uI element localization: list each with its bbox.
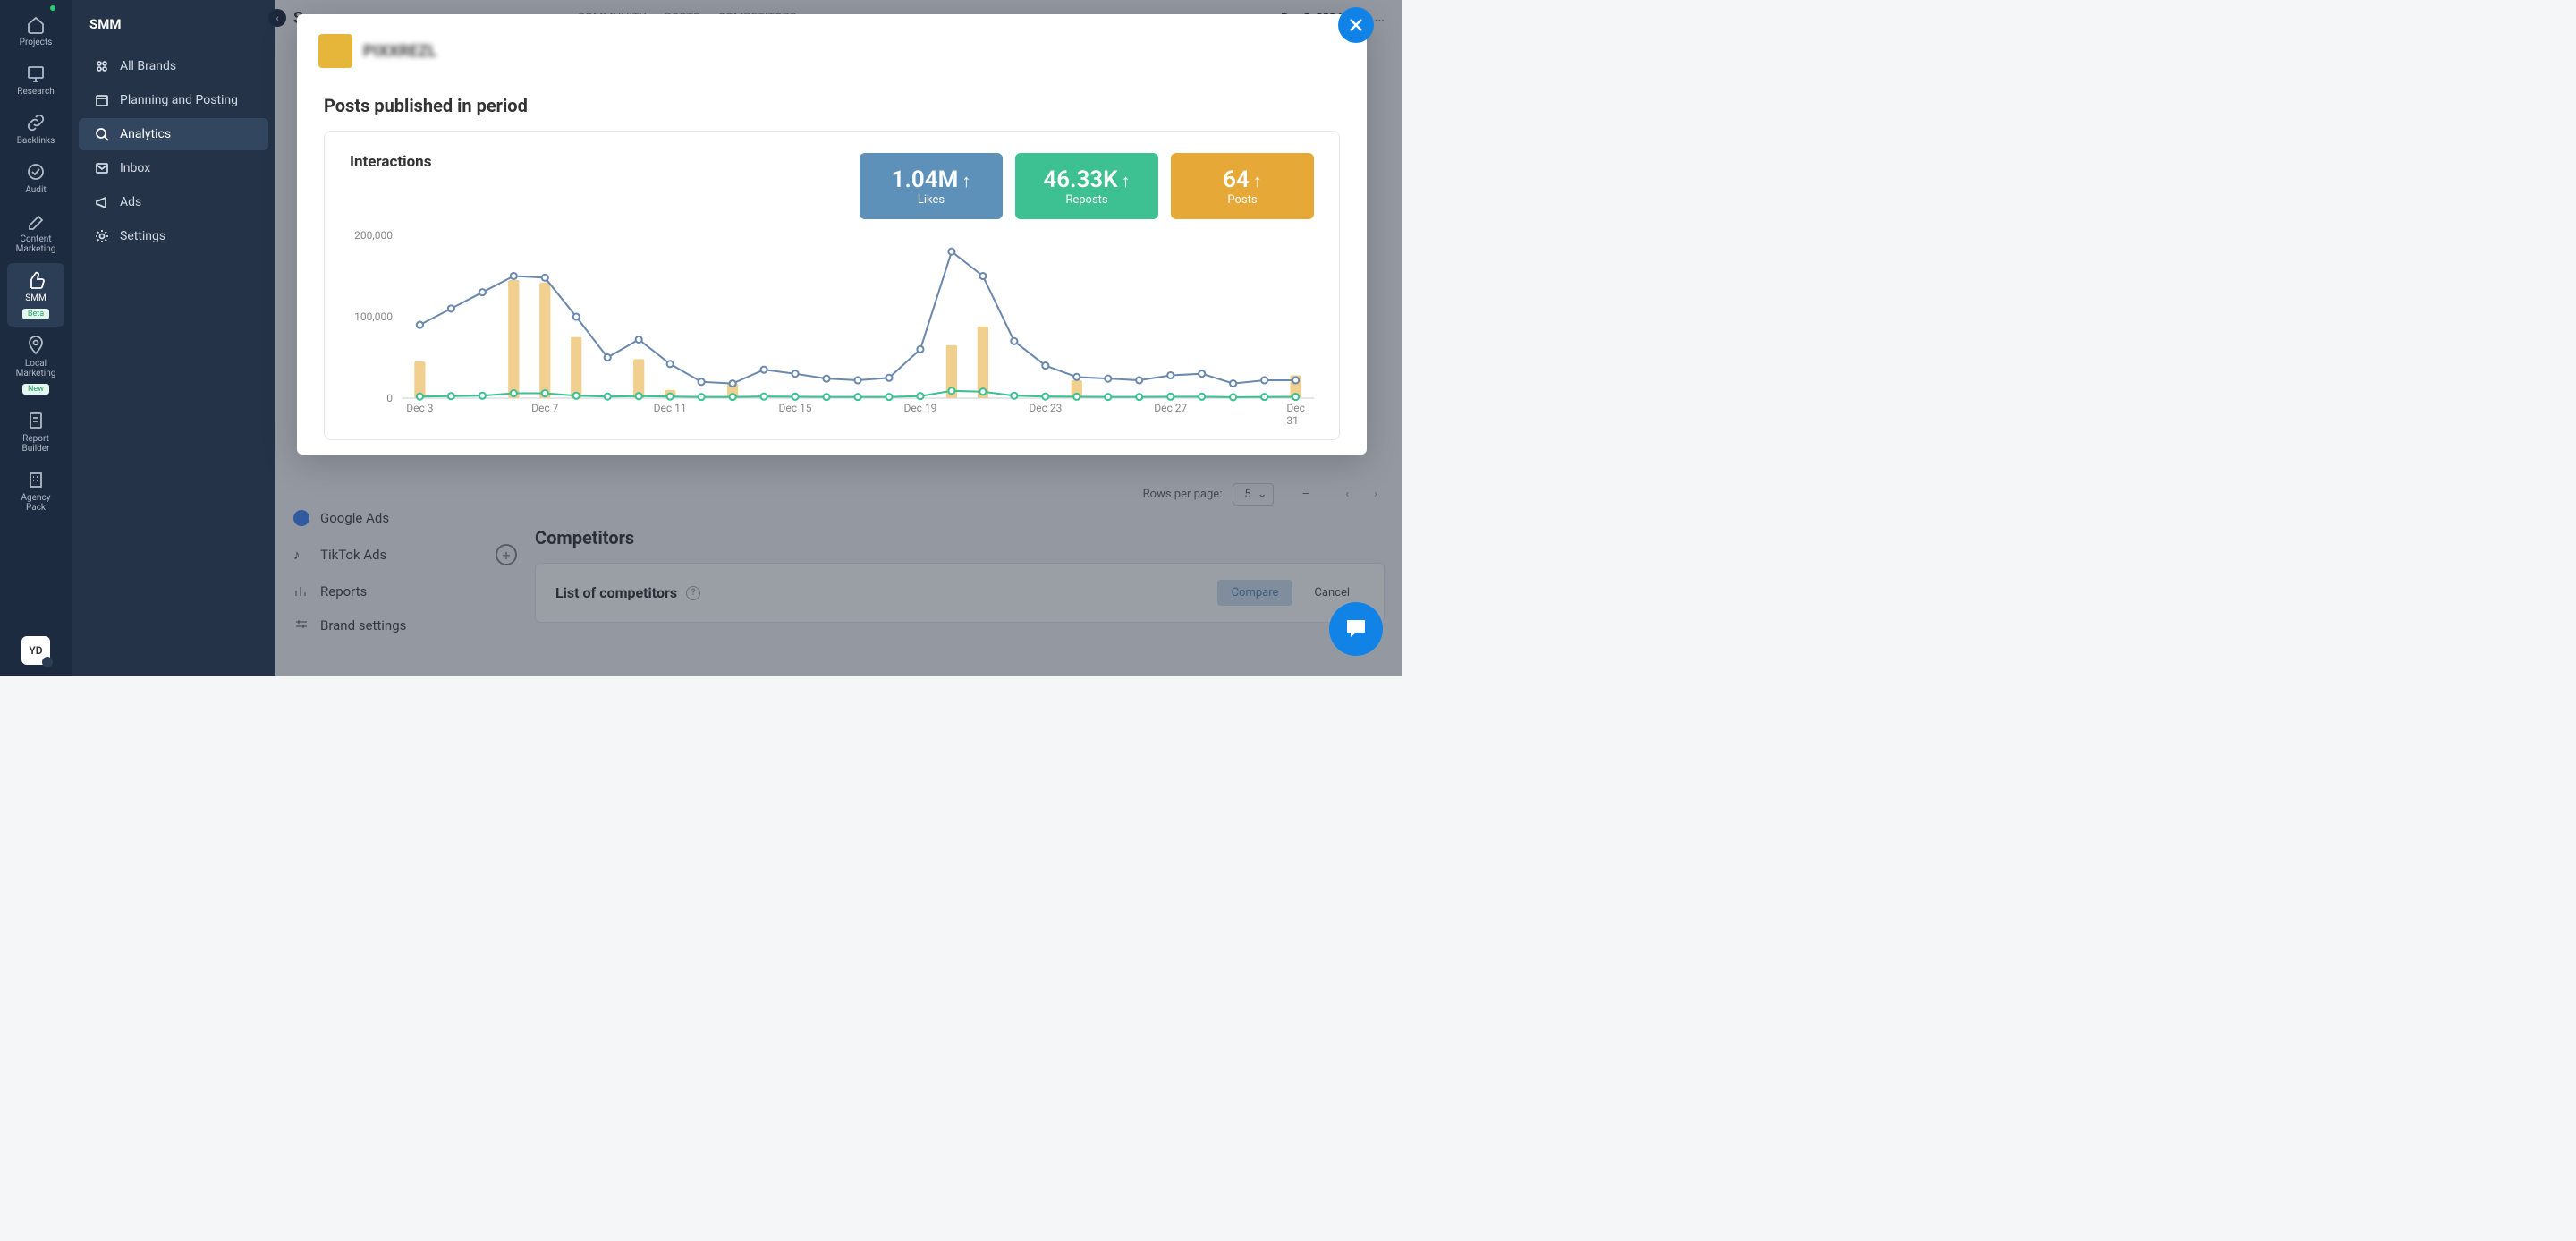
rail-label: Backlinks — [17, 136, 55, 146]
rail-local[interactable]: Local Marketing New — [7, 328, 64, 402]
sidebar-item-settings[interactable]: Settings — [79, 220, 268, 252]
x-tick-label: Dec 19 — [903, 402, 936, 414]
stat-label: Posts — [1227, 193, 1257, 207]
stat-value: 46.33K — [1043, 166, 1117, 193]
y-tick-label: 200,000 — [354, 229, 393, 242]
sidebar-item-all-brands[interactable]: All Brands — [79, 50, 268, 82]
sidebar-item-label: Planning and Posting — [120, 93, 238, 107]
interactions-chart: 0100,000200,000 Dec 3Dec 7Dec 11Dec 15De… — [350, 235, 1314, 423]
interactions-modal: PIXXREZL Posts published in period Inter… — [297, 14, 1367, 455]
y-tick-label: 0 — [386, 392, 393, 404]
stat-label: Reposts — [1065, 193, 1107, 207]
modal-section-title: Posts published in period — [297, 88, 1367, 131]
gear-icon — [95, 229, 109, 243]
sidebar-item-analytics[interactable]: Analytics — [79, 118, 268, 150]
rail-projects[interactable]: Projects — [7, 7, 64, 55]
new-badge: New — [22, 384, 49, 395]
building-icon — [26, 470, 46, 489]
avatar-initials: YD — [29, 644, 42, 657]
sidebar-item-label: Inbox — [120, 161, 150, 175]
close-button[interactable] — [1338, 7, 1374, 43]
card-title: Interactions — [350, 153, 431, 171]
x-tick-label: Dec 31 — [1286, 402, 1305, 427]
user-avatar[interactable]: YD — [21, 636, 50, 665]
stat-label: Likes — [918, 193, 945, 207]
sidebar-item-label: Ads — [120, 195, 141, 209]
sidebar-item-label: All Brands — [120, 59, 176, 73]
rail-label: Local Marketing — [11, 359, 61, 378]
sidebar-item-ads[interactable]: Ads — [79, 186, 268, 218]
pin-icon — [26, 336, 46, 355]
link-icon — [26, 113, 46, 132]
sidebar-item-label: Settings — [120, 229, 165, 243]
rail-content[interactable]: Content Marketing — [7, 204, 64, 261]
thumbs-up-icon — [26, 270, 46, 290]
x-tick-label: Dec 27 — [1154, 402, 1187, 414]
sidebar-item-label: Analytics — [120, 127, 171, 141]
stat-value: 1.04M — [892, 166, 959, 193]
rail-research[interactable]: Research — [7, 56, 64, 104]
rail-label: Content Marketing — [11, 234, 61, 254]
x-tick-label: Dec 23 — [1029, 402, 1062, 414]
stat-value: 64 — [1223, 166, 1250, 193]
edit-icon — [26, 211, 46, 231]
rail-backlinks[interactable]: Backlinks — [7, 106, 64, 153]
chat-fab[interactable] — [1329, 602, 1383, 656]
stat-likes[interactable]: 1.04M Likes — [860, 153, 1003, 219]
rail-report[interactable]: Report Builder — [7, 404, 64, 461]
x-tick-label: Dec 11 — [654, 402, 687, 414]
rail-label: Projects — [20, 38, 53, 47]
document-icon — [26, 411, 46, 430]
chat-icon — [1343, 616, 1368, 642]
modal-header: PIXXREZL — [297, 14, 1367, 88]
brand-name: PIXXREZL — [363, 42, 436, 61]
x-tick-label: Dec 15 — [779, 402, 812, 414]
rail-agency[interactable]: Agency Pack — [7, 463, 64, 520]
rail-label: Report Builder — [11, 434, 61, 454]
beta-badge: Beta — [22, 309, 49, 319]
presentation-icon — [26, 64, 46, 83]
sidebar: ‹ SMM All Brands Planning and Posting An… — [72, 0, 275, 676]
search-icon — [95, 127, 109, 141]
sidebar-item-inbox[interactable]: Inbox — [79, 152, 268, 184]
x-tick-label: Dec 3 — [406, 402, 433, 414]
brand-logo — [318, 34, 352, 68]
arrow-up-icon — [962, 166, 970, 193]
grid-icon — [95, 59, 109, 73]
arrow-up-icon — [1253, 166, 1262, 193]
stat-reposts[interactable]: 46.33K Reposts — [1015, 153, 1158, 219]
rail-audit[interactable]: Audit — [7, 155, 64, 202]
megaphone-icon — [95, 195, 109, 209]
left-rail: Projects Research Backlinks Audit Conten… — [0, 0, 72, 676]
check-circle-icon — [26, 162, 46, 182]
status-dot — [50, 5, 55, 11]
y-tick-label: 100,000 — [354, 310, 393, 323]
stat-posts[interactable]: 64 Posts — [1171, 153, 1314, 219]
mail-icon — [95, 161, 109, 175]
rail-label: Research — [17, 87, 54, 97]
interactions-card: Interactions 1.04M Likes 46.33K Reposts … — [324, 131, 1340, 440]
calendar-icon — [95, 93, 109, 107]
arrow-up-icon — [1122, 166, 1131, 193]
stat-row: 1.04M Likes 46.33K Reposts 64 Posts — [860, 153, 1314, 219]
rail-smm[interactable]: SMM Beta — [7, 263, 64, 327]
x-tick-label: Dec 7 — [531, 402, 558, 414]
rail-label: SMM — [25, 293, 46, 303]
sidebar-item-planning[interactable]: Planning and Posting — [79, 84, 268, 116]
rail-label: Agency Pack — [11, 493, 61, 513]
rail-label: Audit — [25, 185, 46, 195]
sidebar-title: SMM — [72, 0, 275, 48]
home-icon — [26, 14, 46, 34]
close-icon — [1348, 17, 1364, 33]
